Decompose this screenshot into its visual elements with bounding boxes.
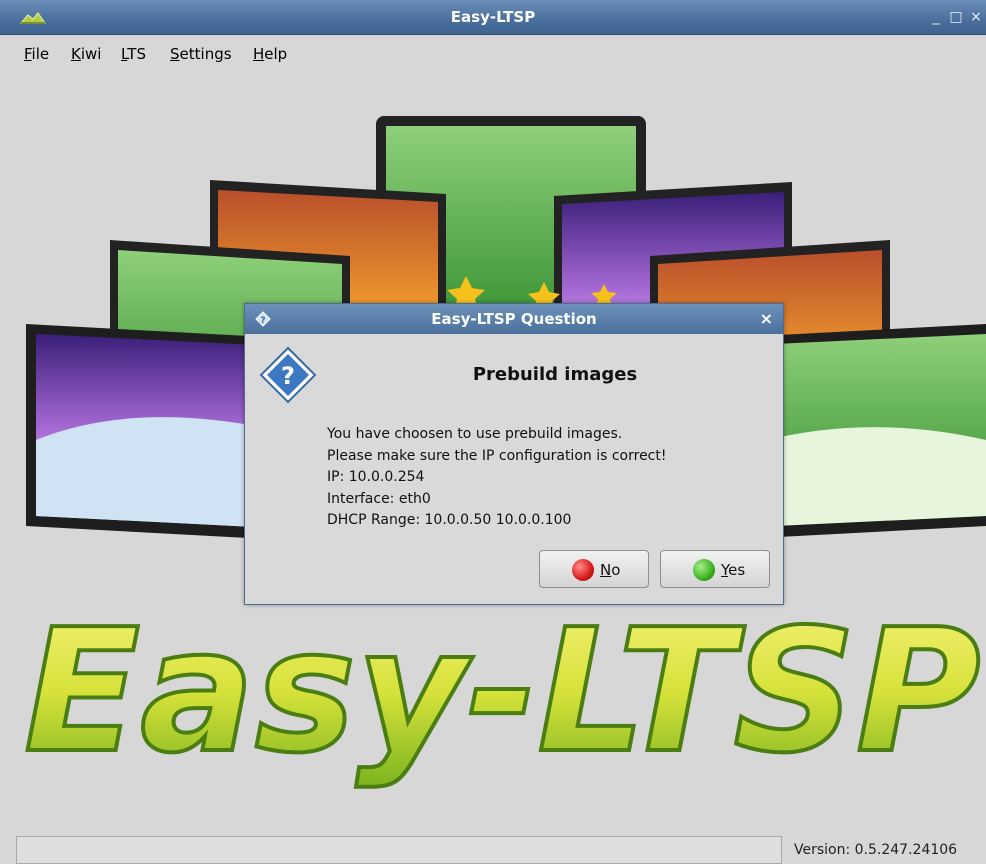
menu-settings-label: ettings xyxy=(179,45,232,63)
menu-help[interactable]: Help xyxy=(253,45,287,63)
yes-label-rest: es xyxy=(728,561,746,579)
no-button[interactable]: No xyxy=(539,550,649,588)
menu-lts-label: TS xyxy=(127,45,146,63)
menu-file-mnemonic: F xyxy=(24,45,32,63)
window-titlebar[interactable]: Easy-LTSP _ □ × xyxy=(0,0,986,35)
question-icon: ? xyxy=(259,346,317,404)
svg-text:?: ? xyxy=(281,362,295,390)
status-bar xyxy=(16,836,782,864)
menu-kiwi-label: iwi xyxy=(80,45,102,63)
message-line: IP: 10.0.0.254 xyxy=(327,469,425,485)
dialog-titlebar[interactable]: ? Easy-LTSP Question × xyxy=(245,304,783,334)
red-circle-icon xyxy=(572,559,594,581)
minimize-button[interactable]: _ xyxy=(928,9,944,25)
yes-button-label: Yes xyxy=(721,561,745,579)
menu-file-label: ile xyxy=(31,45,50,63)
message-line: DHCP Range: 10.0.0.50 10.0.0.100 xyxy=(327,512,572,528)
close-button[interactable]: × xyxy=(968,9,984,25)
version-label: Version: 0.5.247.24106 xyxy=(794,842,958,858)
maximize-button[interactable]: □ xyxy=(948,9,964,25)
dialog-heading: Prebuild images xyxy=(472,364,638,385)
menu-lts[interactable]: LTS xyxy=(121,45,146,63)
no-mnemonic: N xyxy=(600,561,612,579)
message-line: Please make sure the IP configuration is… xyxy=(327,447,667,464)
window-title: Easy-LTSP xyxy=(450,8,536,26)
yes-button[interactable]: Yes xyxy=(660,550,770,588)
menu-settings[interactable]: Settings xyxy=(170,45,232,63)
message-line: You have choosen to use prebuild images. xyxy=(327,426,623,442)
menu-bar: File Kiwi LTS Settings Help xyxy=(0,35,986,69)
menu-file[interactable]: File xyxy=(24,45,49,63)
menu-help-mnemonic: H xyxy=(253,45,265,63)
logo-text: Easy-LTSP xyxy=(24,593,981,791)
no-button-label: No xyxy=(600,561,620,579)
green-circle-icon xyxy=(693,559,715,581)
dialog-close-button[interactable]: × xyxy=(760,309,773,328)
menu-help-label: elp xyxy=(264,45,288,63)
menu-settings-mnemonic: S xyxy=(170,45,180,63)
message-line: Interface: eth0 xyxy=(327,490,431,507)
dialog-message: You have choosen to use prebuild images.… xyxy=(327,424,666,532)
dialog-title: Easy-LTSP Question xyxy=(431,310,597,328)
question-dialog: ? Easy-LTSP Question × ? Prebuild images… xyxy=(244,303,784,605)
menu-kiwi[interactable]: Kiwi xyxy=(71,45,101,63)
menu-kiwi-mnemonic: K xyxy=(71,45,81,63)
no-label-rest: o xyxy=(611,561,621,579)
